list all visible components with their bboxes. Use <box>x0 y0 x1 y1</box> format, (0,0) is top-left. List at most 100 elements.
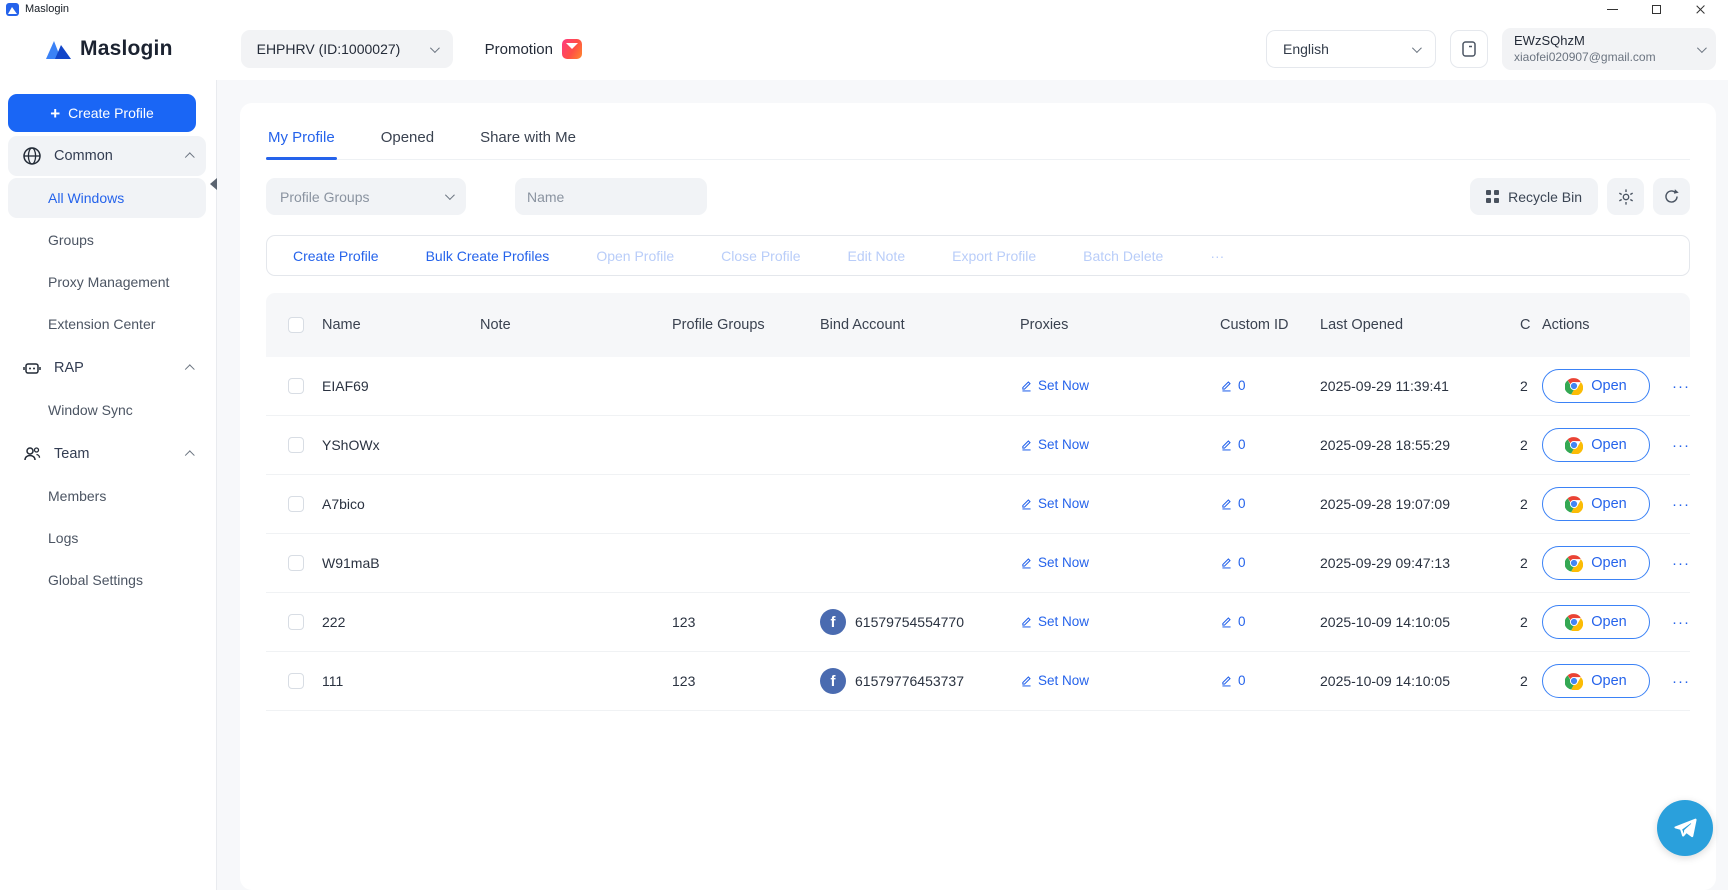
set-now-label: Set Now <box>1038 614 1089 629</box>
custom-id-edit[interactable]: 0 <box>1220 673 1246 688</box>
set-proxy-link[interactable]: Set Now <box>1020 555 1089 570</box>
chevron-down-icon <box>430 43 440 53</box>
tab-share-with-me[interactable]: Share with Me <box>478 121 578 159</box>
row-more-button[interactable]: ··· <box>1672 673 1690 690</box>
row-checkbox[interactable] <box>288 437 304 453</box>
set-proxy-link[interactable]: Set Now <box>1020 673 1089 688</box>
set-proxy-link[interactable]: Set Now <box>1020 437 1089 452</box>
open-profile-button[interactable]: Open <box>1542 605 1650 639</box>
create-profile-action[interactable]: Create Profile <box>293 248 379 264</box>
sidebar-item-global-settings[interactable]: Global Settings <box>8 560 206 600</box>
table-row: A7bico Set Now 0 2025-09-28 19:07:09 2 <box>266 475 1690 534</box>
chevron-down-icon <box>1412 43 1422 53</box>
custom-id-edit[interactable]: 0 <box>1220 378 1246 393</box>
row-checkbox[interactable] <box>288 496 304 512</box>
maximize-button[interactable] <box>1634 0 1678 18</box>
custom-id-edit[interactable]: 0 <box>1220 496 1246 511</box>
batch-delete-action: Batch Delete <box>1083 248 1163 264</box>
set-proxy-link[interactable]: Set Now <box>1020 496 1089 511</box>
sidebar-item-groups[interactable]: Groups <box>8 220 206 260</box>
open-profile-button[interactable]: Open <box>1542 546 1650 580</box>
custom-id-value: 0 <box>1238 614 1246 629</box>
created-time-truncated: 2 <box>1520 555 1542 571</box>
profile-name: 222 <box>322 614 480 630</box>
custom-id-edit[interactable]: 0 <box>1220 437 1246 452</box>
edit-pencil-icon <box>1220 438 1233 451</box>
more-actions: ··· <box>1210 248 1224 264</box>
minimize-button[interactable] <box>1590 0 1634 18</box>
minimize-icon <box>1607 9 1618 10</box>
row-checkbox[interactable] <box>288 555 304 571</box>
created-time-truncated: 2 <box>1520 673 1542 689</box>
sidebar-item-label: Extension Center <box>48 316 155 332</box>
open-profile-button[interactable]: Open <box>1542 428 1650 462</box>
team-selector-value: EHPHRV (ID:1000027) <box>257 41 401 57</box>
telegram-support-button[interactable] <box>1657 800 1713 856</box>
row-more-button[interactable]: ··· <box>1672 555 1690 572</box>
sidebar-collapse-handle[interactable] <box>210 178 217 190</box>
team-selector[interactable]: EHPHRV (ID:1000027) <box>241 30 453 68</box>
row-checkbox[interactable] <box>288 614 304 630</box>
created-time-truncated: 2 <box>1520 378 1542 394</box>
sidebar-item-label: Groups <box>48 232 94 248</box>
sidebar-item-logs[interactable]: Logs <box>8 518 206 558</box>
custom-id-value: 0 <box>1238 378 1246 393</box>
settings-button[interactable] <box>1607 178 1644 215</box>
row-checkbox[interactable] <box>288 673 304 689</box>
custom-id-edit[interactable]: 0 <box>1220 614 1246 629</box>
sidebar-item-extension-center[interactable]: Extension Center <box>8 304 206 344</box>
open-profile-button[interactable]: Open <box>1542 487 1650 521</box>
create-profile-label: Create Profile <box>68 105 154 121</box>
set-proxy-link[interactable]: Set Now <box>1020 378 1089 393</box>
column-header-note: Note <box>480 317 672 333</box>
sidebar-item-all-windows[interactable]: All Windows <box>8 178 206 218</box>
globe-icon <box>22 146 42 166</box>
docs-button[interactable] <box>1450 30 1488 68</box>
sidebar-item-members[interactable]: Members <box>8 476 206 516</box>
section-label: Common <box>54 148 113 164</box>
custom-id-edit[interactable]: 0 <box>1220 555 1246 570</box>
row-more-button[interactable]: ··· <box>1672 378 1690 395</box>
sidebar-section-team[interactable]: Team <box>8 434 206 474</box>
row-checkbox[interactable] <box>288 378 304 394</box>
select-all-checkbox[interactable] <box>288 317 304 333</box>
tab-label: Opened <box>381 129 434 146</box>
promotion-link[interactable]: Promotion <box>485 39 582 59</box>
set-proxy-link[interactable]: Set Now <box>1020 614 1089 629</box>
row-more-button[interactable]: ··· <box>1672 437 1690 454</box>
table-row: 222 123 f 61579754554770 Set Now 0 2025-… <box>266 593 1690 652</box>
tab-my-profile[interactable]: My Profile <box>266 121 337 159</box>
sidebar-section-rap[interactable]: RAP <box>8 348 206 388</box>
refresh-button[interactable] <box>1653 178 1690 215</box>
sidebar-item-proxy-management[interactable]: Proxy Management <box>8 262 206 302</box>
sidebar-item-window-sync[interactable]: Window Sync <box>8 390 206 430</box>
gear-icon <box>1617 188 1635 206</box>
recycle-bin-button[interactable]: Recycle Bin <box>1470 178 1598 215</box>
telegram-icon <box>1671 814 1699 842</box>
close-button[interactable] <box>1678 0 1722 18</box>
custom-id-value: 0 <box>1238 496 1246 511</box>
open-label: Open <box>1591 555 1626 571</box>
section-label: RAP <box>54 360 84 376</box>
create-profile-button[interactable]: + Create Profile <box>8 94 196 132</box>
language-selector[interactable]: English <box>1266 30 1436 68</box>
open-profile-button[interactable]: Open <box>1542 369 1650 403</box>
last-opened: 2025-10-09 14:10:05 <box>1320 673 1520 689</box>
sidebar: + Create Profile Common All Windows Grou… <box>0 80 217 890</box>
sidebar-section-common[interactable]: Common <box>8 136 206 176</box>
maximize-icon <box>1652 5 1661 14</box>
open-profile-button[interactable]: Open <box>1542 664 1650 698</box>
column-header-last-opened: Last Opened <box>1320 317 1520 333</box>
recycle-bin-label: Recycle Bin <box>1508 189 1582 205</box>
tab-opened[interactable]: Opened <box>379 121 436 159</box>
profile-groups-select[interactable]: Profile Groups <box>266 178 466 215</box>
bulk-create-profiles-action[interactable]: Bulk Create Profiles <box>426 248 550 264</box>
edit-pencil-icon <box>1020 556 1033 569</box>
chevron-down-icon <box>445 190 455 200</box>
last-opened: 2025-09-29 09:47:13 <box>1320 555 1520 571</box>
row-more-button[interactable]: ··· <box>1672 496 1690 513</box>
sidebar-item-label: Logs <box>48 530 78 546</box>
row-more-button[interactable]: ··· <box>1672 614 1690 631</box>
account-menu[interactable]: EWzSQhzM xiaofei020907@gmail.com <box>1502 28 1716 70</box>
name-search-input[interactable] <box>527 189 708 205</box>
